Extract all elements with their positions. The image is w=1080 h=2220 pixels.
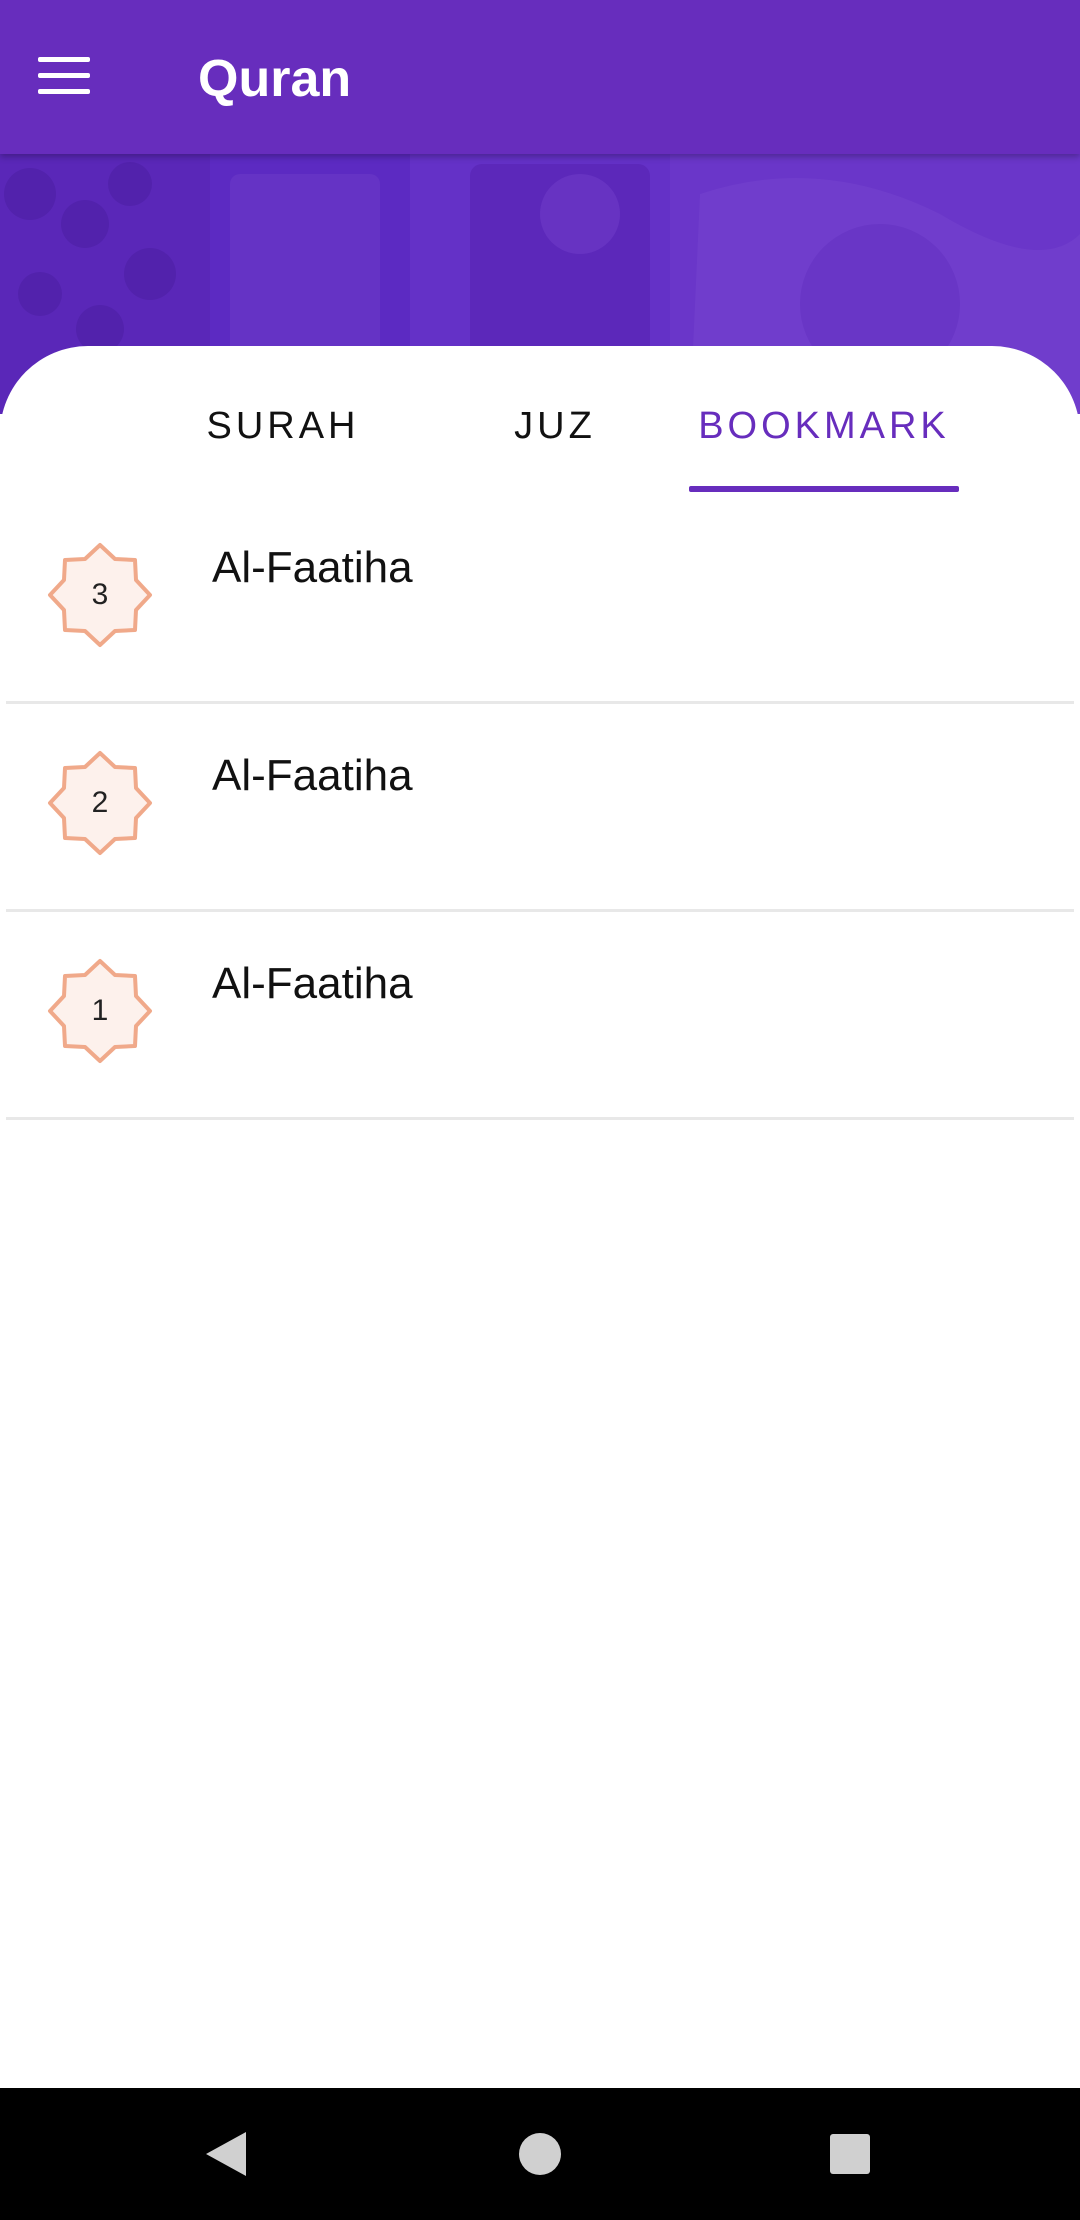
page-title: Quran <box>198 50 352 108</box>
system-nav-bar <box>0 2088 1080 2220</box>
tab-bookmark[interactable]: BOOKMARK <box>689 396 959 456</box>
tab-indicator <box>689 486 959 492</box>
bookmark-list: 3 Al-Faatiha 2 Al-Faatiha 1 Al-Faatiha <box>0 496 1080 1120</box>
verse-number: 1 <box>91 994 109 1027</box>
content-sheet: SURAH JUZ BOOKMARK 3 Al-Faatiha 2 Al-Faa… <box>0 346 1080 2086</box>
surah-name: Al-Faatiha <box>212 543 413 592</box>
verse-number: 3 <box>91 578 109 611</box>
home-icon[interactable] <box>480 2088 600 2220</box>
tab-bar: SURAH JUZ BOOKMARK <box>0 346 1080 496</box>
eight-point-star-icon: 3 <box>46 541 154 649</box>
eight-point-star-icon: 2 <box>46 749 154 857</box>
menu-icon[interactable] <box>38 42 118 108</box>
app-bar: Quran <box>0 0 1080 154</box>
list-item[interactable]: 1 Al-Faatiha <box>6 912 1074 1120</box>
tab-juz[interactable]: JUZ <box>470 396 640 456</box>
recents-icon[interactable] <box>790 2088 910 2220</box>
list-item[interactable]: 2 Al-Faatiha <box>6 704 1074 912</box>
list-item[interactable]: 3 Al-Faatiha <box>6 496 1074 704</box>
surah-name: Al-Faatiha <box>212 751 413 800</box>
back-icon[interactable] <box>166 2088 286 2220</box>
surah-name: Al-Faatiha <box>212 959 413 1008</box>
verse-number: 2 <box>91 786 109 819</box>
tab-surah[interactable]: SURAH <box>183 396 383 456</box>
eight-point-star-icon: 1 <box>46 957 154 1065</box>
